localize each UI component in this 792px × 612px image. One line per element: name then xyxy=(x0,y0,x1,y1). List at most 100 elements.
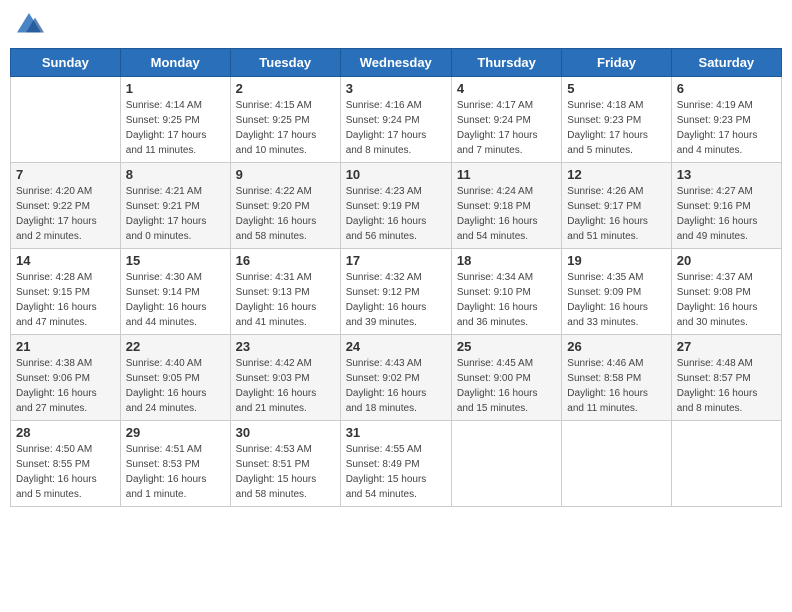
day-info: Sunrise: 4:31 AM Sunset: 9:13 PM Dayligh… xyxy=(236,270,335,330)
day-info: Sunrise: 4:42 AM Sunset: 9:03 PM Dayligh… xyxy=(236,356,335,416)
day-info: Sunrise: 4:24 AM Sunset: 9:18 PM Dayligh… xyxy=(457,184,556,244)
day-info: Sunrise: 4:22 AM Sunset: 9:20 PM Dayligh… xyxy=(236,184,335,244)
calendar-week-row: 1 Sunrise: 4:14 AM Sunset: 9:25 PM Daylig… xyxy=(11,77,782,163)
day-number: 12 xyxy=(567,167,665,182)
day-number: 21 xyxy=(16,339,115,354)
day-number: 22 xyxy=(126,339,225,354)
day-number: 23 xyxy=(236,339,335,354)
calendar-week-row: 14 Sunrise: 4:28 AM Sunset: 9:15 PM Dayli… xyxy=(11,249,782,335)
calendar-cell: 22 Sunrise: 4:40 AM Sunset: 9:05 PM Dayli… xyxy=(120,335,230,421)
day-info: Sunrise: 4:37 AM Sunset: 9:08 PM Dayligh… xyxy=(677,270,776,330)
calendar-week-row: 21 Sunrise: 4:38 AM Sunset: 9:06 PM Dayli… xyxy=(11,335,782,421)
day-info: Sunrise: 4:27 AM Sunset: 9:16 PM Dayligh… xyxy=(677,184,776,244)
calendar-cell xyxy=(671,421,781,507)
calendar-cell: 11 Sunrise: 4:24 AM Sunset: 9:18 PM Dayli… xyxy=(451,163,561,249)
day-number: 7 xyxy=(16,167,115,182)
day-number: 2 xyxy=(236,81,335,96)
calendar-cell: 29Sunrise: 4:51 AM Sunset: 8:53 PM Dayli… xyxy=(120,421,230,507)
day-info: Sunrise: 4:19 AM Sunset: 9:23 PM Dayligh… xyxy=(677,98,776,158)
day-number: 16 xyxy=(236,253,335,268)
day-info: Sunrise: 4:51 AM Sunset: 8:53 PM Dayligh… xyxy=(126,442,225,502)
day-number: 14 xyxy=(16,253,115,268)
calendar-cell: 1 Sunrise: 4:14 AM Sunset: 9:25 PM Daylig… xyxy=(120,77,230,163)
logo xyxy=(14,10,48,40)
header-saturday: Saturday xyxy=(671,49,781,77)
calendar-cell: 19 Sunrise: 4:35 AM Sunset: 9:09 PM Dayli… xyxy=(562,249,671,335)
header-tuesday: Tuesday xyxy=(230,49,340,77)
calendar-cell xyxy=(11,77,121,163)
day-number: 6 xyxy=(677,81,776,96)
calendar-cell: 10 Sunrise: 4:23 AM Sunset: 9:19 PM Dayli… xyxy=(340,163,451,249)
header-monday: Monday xyxy=(120,49,230,77)
day-number: 31 xyxy=(346,425,446,440)
day-info: Sunrise: 4:32 AM Sunset: 9:12 PM Dayligh… xyxy=(346,270,446,330)
header-sunday: Sunday xyxy=(11,49,121,77)
day-number: 5 xyxy=(567,81,665,96)
calendar-cell: 21 Sunrise: 4:38 AM Sunset: 9:06 PM Dayli… xyxy=(11,335,121,421)
calendar-cell: 4Sunrise: 4:17 AM Sunset: 9:24 PM Daylig… xyxy=(451,77,561,163)
calendar-cell: 2 Sunrise: 4:15 AM Sunset: 9:25 PM Daylig… xyxy=(230,77,340,163)
calendar-header-row: SundayMondayTuesdayWednesdayThursdayFrid… xyxy=(11,49,782,77)
calendar-cell: 28 Sunrise: 4:50 AM Sunset: 8:55 PM Dayli… xyxy=(11,421,121,507)
logo-icon xyxy=(14,10,44,40)
calendar-cell: 30 Sunrise: 4:53 AM Sunset: 8:51 PM Dayli… xyxy=(230,421,340,507)
day-number: 3 xyxy=(346,81,446,96)
day-number: 4 xyxy=(457,81,556,96)
day-info: Sunrise: 4:20 AM Sunset: 9:22 PM Dayligh… xyxy=(16,184,115,244)
day-info: Sunrise: 4:23 AM Sunset: 9:19 PM Dayligh… xyxy=(346,184,446,244)
day-info: Sunrise: 4:14 AM Sunset: 9:25 PM Dayligh… xyxy=(126,98,225,158)
calendar-cell: 6 Sunrise: 4:19 AM Sunset: 9:23 PM Daylig… xyxy=(671,77,781,163)
calendar-cell xyxy=(562,421,671,507)
calendar-cell: 31 Sunrise: 4:55 AM Sunset: 8:49 PM Dayli… xyxy=(340,421,451,507)
day-info: Sunrise: 4:55 AM Sunset: 8:49 PM Dayligh… xyxy=(346,442,446,502)
day-number: 26 xyxy=(567,339,665,354)
calendar-cell: 17Sunrise: 4:32 AM Sunset: 9:12 PM Dayli… xyxy=(340,249,451,335)
calendar-cell: 3Sunrise: 4:16 AM Sunset: 9:24 PM Daylig… xyxy=(340,77,451,163)
day-number: 30 xyxy=(236,425,335,440)
day-number: 28 xyxy=(16,425,115,440)
day-number: 24 xyxy=(346,339,446,354)
day-number: 15 xyxy=(126,253,225,268)
day-number: 11 xyxy=(457,167,556,182)
calendar-cell: 23 Sunrise: 4:42 AM Sunset: 9:03 PM Dayli… xyxy=(230,335,340,421)
calendar-cell: 16 Sunrise: 4:31 AM Sunset: 9:13 PM Dayli… xyxy=(230,249,340,335)
day-info: Sunrise: 4:48 AM Sunset: 8:57 PM Dayligh… xyxy=(677,356,776,416)
day-info: Sunrise: 4:26 AM Sunset: 9:17 PM Dayligh… xyxy=(567,184,665,244)
day-number: 19 xyxy=(567,253,665,268)
day-info: Sunrise: 4:53 AM Sunset: 8:51 PM Dayligh… xyxy=(236,442,335,502)
calendar-cell: 20 Sunrise: 4:37 AM Sunset: 9:08 PM Dayli… xyxy=(671,249,781,335)
day-number: 25 xyxy=(457,339,556,354)
calendar-cell: 12 Sunrise: 4:26 AM Sunset: 9:17 PM Dayli… xyxy=(562,163,671,249)
header-wednesday: Wednesday xyxy=(340,49,451,77)
day-info: Sunrise: 4:28 AM Sunset: 9:15 PM Dayligh… xyxy=(16,270,115,330)
day-info: Sunrise: 4:34 AM Sunset: 9:10 PM Dayligh… xyxy=(457,270,556,330)
day-number: 10 xyxy=(346,167,446,182)
day-info: Sunrise: 4:30 AM Sunset: 9:14 PM Dayligh… xyxy=(126,270,225,330)
calendar-cell xyxy=(451,421,561,507)
day-number: 1 xyxy=(126,81,225,96)
calendar-cell: 5 Sunrise: 4:18 AM Sunset: 9:23 PM Daylig… xyxy=(562,77,671,163)
calendar-cell: 8 Sunrise: 4:21 AM Sunset: 9:21 PM Daylig… xyxy=(120,163,230,249)
calendar-table: SundayMondayTuesdayWednesdayThursdayFrid… xyxy=(10,48,782,507)
day-info: Sunrise: 4:21 AM Sunset: 9:21 PM Dayligh… xyxy=(126,184,225,244)
calendar-cell: 24 Sunrise: 4:43 AM Sunset: 9:02 PM Dayli… xyxy=(340,335,451,421)
calendar-cell: 18Sunrise: 4:34 AM Sunset: 9:10 PM Dayli… xyxy=(451,249,561,335)
day-info: Sunrise: 4:35 AM Sunset: 9:09 PM Dayligh… xyxy=(567,270,665,330)
calendar-week-row: 7 Sunrise: 4:20 AM Sunset: 9:22 PM Daylig… xyxy=(11,163,782,249)
day-info: Sunrise: 4:15 AM Sunset: 9:25 PM Dayligh… xyxy=(236,98,335,158)
day-info: Sunrise: 4:46 AM Sunset: 8:58 PM Dayligh… xyxy=(567,356,665,416)
day-number: 8 xyxy=(126,167,225,182)
calendar-week-row: 28 Sunrise: 4:50 AM Sunset: 8:55 PM Dayli… xyxy=(11,421,782,507)
day-info: Sunrise: 4:18 AM Sunset: 9:23 PM Dayligh… xyxy=(567,98,665,158)
day-info: Sunrise: 4:40 AM Sunset: 9:05 PM Dayligh… xyxy=(126,356,225,416)
day-info: Sunrise: 4:38 AM Sunset: 9:06 PM Dayligh… xyxy=(16,356,115,416)
day-info: Sunrise: 4:43 AM Sunset: 9:02 PM Dayligh… xyxy=(346,356,446,416)
day-info: Sunrise: 4:50 AM Sunset: 8:55 PM Dayligh… xyxy=(16,442,115,502)
header-friday: Friday xyxy=(562,49,671,77)
day-number: 20 xyxy=(677,253,776,268)
day-number: 27 xyxy=(677,339,776,354)
calendar-cell: 27 Sunrise: 4:48 AM Sunset: 8:57 PM Dayli… xyxy=(671,335,781,421)
page-header xyxy=(10,10,782,40)
day-info: Sunrise: 4:45 AM Sunset: 9:00 PM Dayligh… xyxy=(457,356,556,416)
calendar-cell: 7 Sunrise: 4:20 AM Sunset: 9:22 PM Daylig… xyxy=(11,163,121,249)
